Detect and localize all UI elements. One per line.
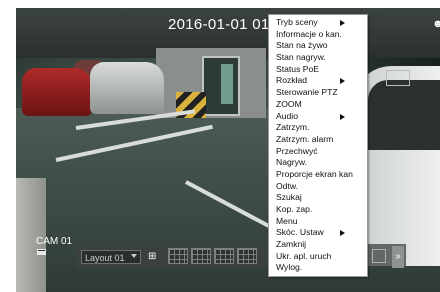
scene-sign bbox=[386, 70, 410, 86]
context-menu-item-label: Nagryw. bbox=[276, 157, 308, 168]
context-menu-item[interactable]: Nagryw. bbox=[269, 157, 367, 169]
layout-grid-button[interactable] bbox=[191, 248, 211, 264]
context-menu-item-label: Szukaj bbox=[276, 192, 302, 203]
camera-icon-detail bbox=[38, 250, 45, 251]
context-menu-item-label: Ukr. apl. uruch bbox=[276, 250, 332, 261]
submenu-arrow-icon bbox=[340, 78, 345, 85]
scene-door-light bbox=[221, 64, 233, 104]
context-menu-item-label: Tryb sceny bbox=[276, 17, 318, 27]
context-menu-item-label: Wylog. bbox=[276, 262, 303, 273]
context-menu-item[interactable]: Status PoE bbox=[269, 64, 367, 76]
sequence-icon[interactable]: ⊞ bbox=[148, 251, 160, 263]
context-menu-item[interactable]: Wylog. bbox=[269, 262, 367, 274]
context-menu-item[interactable]: Audio bbox=[269, 111, 367, 123]
context-menu-item-label: Zatrzym. bbox=[276, 122, 310, 133]
context-menu-item[interactable]: Rozkład bbox=[269, 75, 367, 87]
user-icon[interactable]: ☻ bbox=[432, 18, 440, 30]
context-menu-item[interactable]: Zatrzym. bbox=[269, 122, 367, 134]
context-menu-item-label: Skóc. Ustaw bbox=[276, 227, 324, 238]
context-menu-item-label: Menu bbox=[276, 215, 298, 226]
context-menu-item-label: Proporcje ekran kan bbox=[276, 168, 353, 179]
layout-grid-button[interactable] bbox=[237, 248, 257, 264]
context-menu-item[interactable]: Tryb sceny bbox=[269, 17, 367, 29]
camera-label: CAM 01 bbox=[36, 236, 73, 247]
submenu-arrow-icon bbox=[340, 230, 345, 237]
context-menu-item-label: Audio bbox=[276, 110, 298, 121]
context-menu-item[interactable]: Proporcje ekran kan bbox=[269, 169, 367, 181]
context-menu-item[interactable]: Skóc. Ustaw bbox=[269, 227, 367, 239]
context-menu-item-label: Status PoE bbox=[276, 63, 319, 74]
context-menu: Tryb sceny Informacje o kan. Stan na żywo S… bbox=[268, 14, 368, 278]
context-menu-item[interactable]: Ukr. apl. uruch bbox=[269, 251, 367, 263]
more-button[interactable]: » bbox=[392, 246, 404, 268]
scene-pillar bbox=[16, 178, 46, 292]
scene-car-right-window bbox=[368, 80, 440, 150]
context-menu-item[interactable]: Sterowanie PTZ bbox=[269, 87, 367, 99]
context-menu-item-label: Zatrzym. alarm bbox=[276, 133, 334, 144]
context-menu-item[interactable]: Szukaj bbox=[269, 192, 367, 204]
context-menu-item-label: Stan nagryw. bbox=[276, 52, 326, 63]
context-menu-item-label: Odtw. bbox=[276, 180, 298, 191]
layout-grid-button[interactable] bbox=[214, 248, 234, 264]
context-menu-item[interactable]: Kop. zap. bbox=[269, 204, 367, 216]
context-menu-item[interactable]: Zamknij bbox=[269, 239, 367, 251]
context-menu-item[interactable]: Stan na żywo bbox=[269, 40, 367, 52]
context-menu-item-label: Zamknij bbox=[276, 239, 307, 250]
context-menu-item[interactable]: Odtw. bbox=[269, 181, 367, 193]
chevron-down-icon[interactable] bbox=[131, 254, 137, 258]
context-menu-item[interactable]: Zatrzym. alarm bbox=[269, 134, 367, 146]
context-menu-item-label: Sterowanie PTZ bbox=[276, 87, 338, 98]
context-menu-item[interactable]: Informacje o kan. bbox=[269, 29, 367, 41]
context-menu-item-label: ZOOM bbox=[276, 98, 302, 109]
scene-car-white bbox=[90, 62, 164, 114]
context-menu-item-label: Kop. zap. bbox=[276, 204, 313, 214]
context-menu-item-label: Rozkład bbox=[276, 75, 308, 86]
submenu-arrow-icon bbox=[340, 20, 345, 26]
context-menu-item[interactable]: ZOOM bbox=[269, 99, 367, 111]
context-menu-item-label: Informacje o kan. bbox=[276, 28, 342, 39]
context-menu-item[interactable]: Menu bbox=[269, 216, 367, 228]
context-menu-item-label: Stan na żywo bbox=[276, 40, 328, 51]
toolbar-edit-button[interactable] bbox=[372, 249, 386, 263]
layout-grid-button[interactable] bbox=[168, 248, 188, 264]
context-menu-item[interactable]: Przechwyć bbox=[269, 146, 367, 158]
scene-car-red bbox=[22, 68, 92, 116]
context-menu-item[interactable]: Stan nagryw. bbox=[269, 52, 367, 64]
submenu-arrow-icon bbox=[340, 113, 345, 120]
context-menu-item-label: Przechwyć bbox=[276, 145, 318, 156]
